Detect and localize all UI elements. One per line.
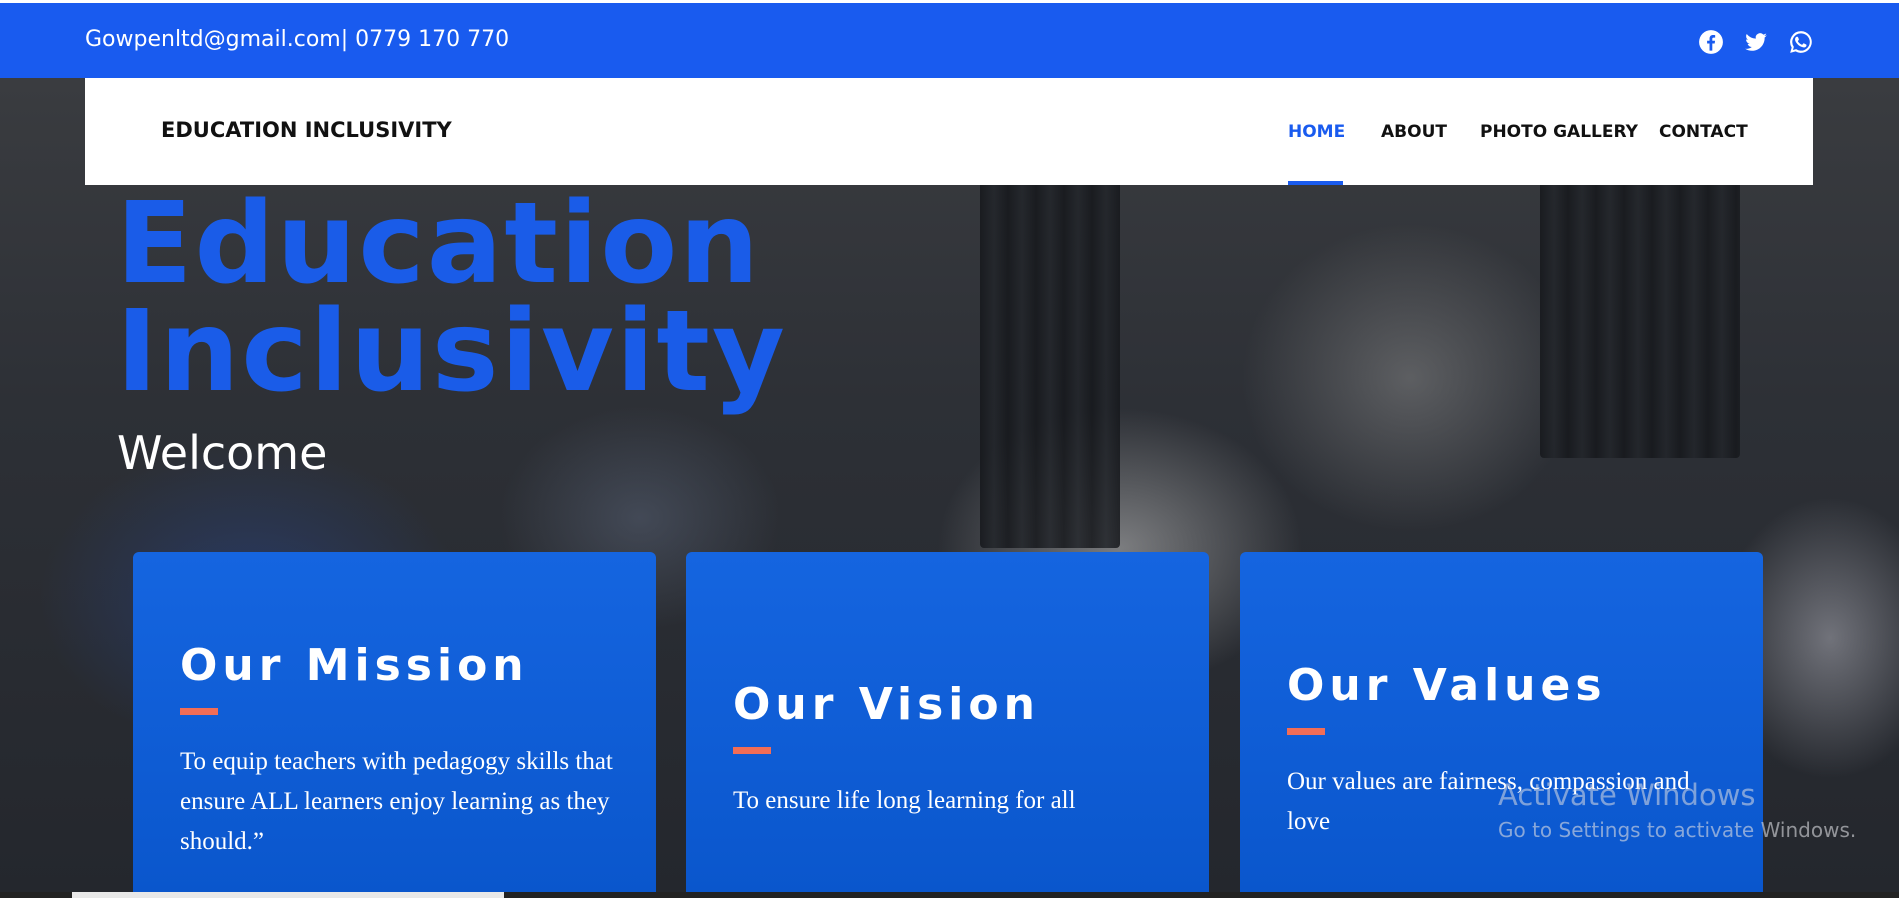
top-bar: Gowpenltd@gmail.com| 0779 170 770 xyxy=(0,0,1899,78)
card-title: Our Values xyxy=(1287,660,1607,711)
card-accent-bar xyxy=(1287,728,1325,735)
nav-about[interactable]: ABOUT xyxy=(1381,122,1447,142)
nav-home[interactable]: HOME xyxy=(1288,122,1345,142)
activate-windows-title: Activate Windows xyxy=(1498,778,1756,812)
facebook-icon[interactable] xyxy=(1698,29,1724,55)
nav-contact[interactable]: CONTACT xyxy=(1659,122,1748,142)
nav-photo-gallery[interactable]: PHOTO GALLERY xyxy=(1480,122,1638,142)
twitter-icon[interactable] xyxy=(1743,29,1769,55)
values-card: Our Values Our values are fairness, comp… xyxy=(1240,552,1763,898)
hero-subtitle: Welcome xyxy=(117,426,328,480)
card-accent-bar xyxy=(180,708,218,715)
activate-windows-subtitle: Go to Settings to activate Windows. xyxy=(1498,818,1857,842)
card-text: To ensure life long learning for all xyxy=(733,787,1076,814)
active-nav-indicator xyxy=(1288,181,1343,185)
main-navbar: EDUCATION INCLUSIVITY HOME ABOUT PHOTO G… xyxy=(85,78,1813,185)
whatsapp-icon[interactable] xyxy=(1788,29,1814,55)
hero-title: Education Inclusivity xyxy=(116,179,787,417)
vision-card: Our Vision To ensure life long learning … xyxy=(686,552,1209,898)
hero-title-line1: Education xyxy=(116,179,761,309)
card-text: To equip teachers with pedagogy skills t… xyxy=(180,748,613,855)
card-accent-bar xyxy=(733,747,771,754)
bottom-strip-highlight xyxy=(72,892,504,898)
site-brand[interactable]: EDUCATION INCLUSIVITY xyxy=(161,118,452,142)
card-title: Our Vision xyxy=(733,679,1040,730)
hero-title-line2: Inclusivity xyxy=(116,287,787,417)
contact-info: Gowpenltd@gmail.com| 0779 170 770 xyxy=(85,27,510,52)
mission-card: Our Mission To equip teachers with pedag… xyxy=(133,552,656,898)
card-title: Our Mission xyxy=(180,640,529,691)
